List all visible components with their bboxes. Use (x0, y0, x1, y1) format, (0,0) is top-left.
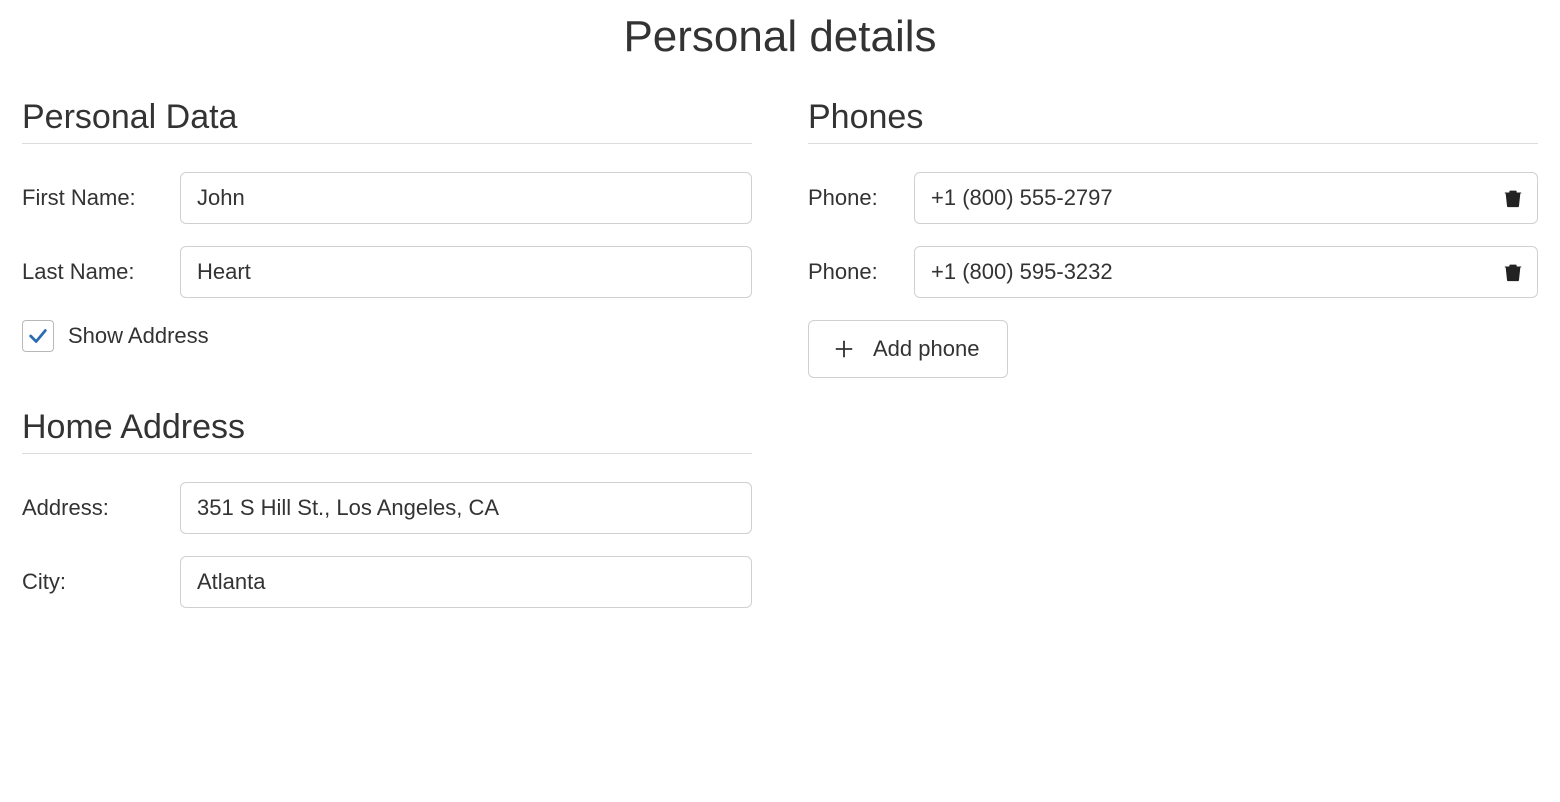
add-phone-button[interactable]: Add phone (808, 320, 1008, 378)
add-phone-label: Add phone (873, 336, 979, 362)
city-row: City: (22, 556, 752, 608)
first-name-label: First Name: (22, 185, 180, 211)
first-name-row: First Name: (22, 172, 752, 224)
left-column: Personal Data First Name: Last Name: Sho… (22, 98, 752, 630)
phone-input-wrap (914, 246, 1538, 298)
address-row: Address: (22, 482, 752, 534)
first-name-input[interactable] (180, 172, 752, 224)
city-label: City: (22, 569, 180, 595)
show-address-checkbox[interactable] (22, 320, 54, 352)
last-name-label: Last Name: (22, 259, 180, 285)
last-name-row: Last Name: (22, 246, 752, 298)
last-name-input[interactable] (180, 246, 752, 298)
add-phone-row: Add phone (808, 320, 1538, 378)
check-icon (27, 325, 49, 347)
address-label: Address: (22, 495, 180, 521)
phones-header: Phones (808, 98, 1538, 144)
phone-row-0: Phone: (808, 172, 1538, 224)
phone-row-1: Phone: (808, 246, 1538, 298)
phone-input-wrap (914, 172, 1538, 224)
form-columns: Personal Data First Name: Last Name: Sho… (22, 98, 1538, 630)
show-address-label[interactable]: Show Address (68, 323, 209, 349)
home-address-header: Home Address (22, 408, 752, 454)
delete-phone-button-0[interactable] (1498, 183, 1528, 213)
show-address-row: Show Address (22, 320, 752, 352)
trash-icon (1502, 261, 1524, 283)
phone-label: Phone: (808, 185, 914, 211)
address-input[interactable] (180, 482, 752, 534)
trash-icon (1502, 187, 1524, 209)
phone-label: Phone: (808, 259, 914, 285)
plus-icon (833, 338, 855, 360)
right-column: Phones Phone: Phone: (808, 98, 1538, 630)
phone-input-1[interactable] (914, 246, 1538, 298)
phone-input-0[interactable] (914, 172, 1538, 224)
personal-data-header: Personal Data (22, 98, 752, 144)
city-input[interactable] (180, 556, 752, 608)
delete-phone-button-1[interactable] (1498, 257, 1528, 287)
page-title: Personal details (22, 12, 1538, 62)
